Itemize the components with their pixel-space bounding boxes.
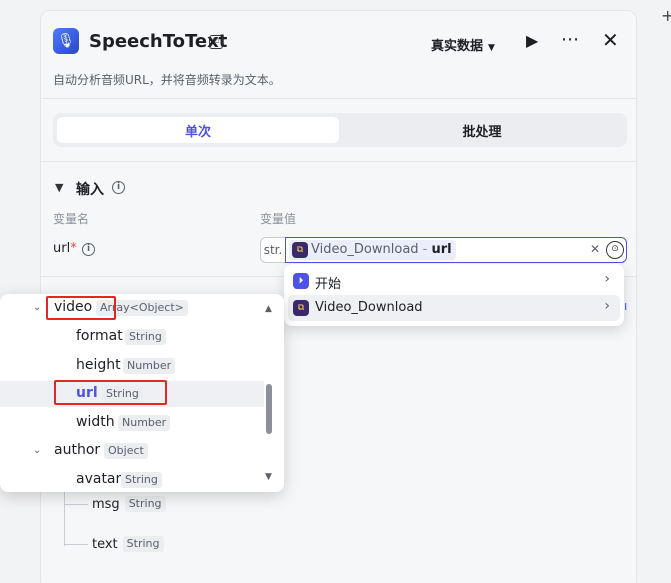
mode-tabs: 单次 批处理 [53,113,627,147]
column-header-name: 变量名 [53,212,90,226]
field-name: avatar [76,471,122,487]
ref-node-name: Video_Download [311,242,419,257]
panel-header: 🎙 SpeechToText ⎚ 真实数据 ▼ ▶ ⋯ ✕ 自动分析音频URL，并… [41,11,636,99]
field-name: width [76,414,115,430]
tree-row-height[interactable]: height Number [0,353,264,379]
tree-row-author[interactable]: ⌄ author Object [0,438,264,464]
chevron-right-icon: › [604,298,610,314]
section-title-label: 输入 [76,182,104,198]
data-mode-label: 真实数据 [431,39,484,54]
close-icon[interactable]: ✕ [602,28,619,52]
divider [41,161,636,162]
type-badge: Number [123,358,176,374]
type-badge: String [125,329,166,345]
variable-reference-field[interactable]: ⧉ Video_Download - url ✕ ⊙ [285,237,627,263]
type-badge: String [121,472,162,488]
play-icon[interactable]: ▶ [526,31,538,50]
tab-batch[interactable]: 批处理 [341,117,623,143]
plugin-icon: ⧉ [292,242,308,258]
tree-row-format[interactable]: format String [0,324,264,350]
tree-row-url[interactable]: url String [0,381,264,407]
column-header-value: 变量值 [260,212,297,226]
more-icon[interactable]: ⋯ [561,29,580,50]
reference-picker-icon[interactable]: ⊙ [606,241,624,259]
tab-single[interactable]: 单次 [57,117,339,143]
field-name: author [54,442,101,458]
dropdown-item-label: 开始 [315,277,342,292]
add-icon[interactable]: + [661,6,671,25]
dropdown-item-start[interactable]: ⏵ 开始 › [288,268,620,294]
field-name: height [76,357,121,373]
info-icon[interactable]: i [82,243,95,256]
tree-connector [64,504,88,505]
type-selector[interactable]: str. [260,237,286,263]
section-title: 输入 [76,179,104,199]
tree-row-avatar[interactable]: avatar String [0,467,264,492]
scrollbar-thumb[interactable] [266,384,272,434]
output-link-edge: ı [624,299,628,313]
info-icon[interactable]: i [112,181,125,194]
dropdown-item-label: Video_Download [315,300,423,315]
type-badge: String [124,496,166,512]
copy-icon[interactable]: ⎚ [209,35,223,49]
field-picker-panel: ⌄ video Array<Object> format String heig… [0,294,284,492]
output-item: msg String [92,496,166,512]
field-name: format [76,328,123,344]
page-title: SpeechToText [89,31,228,52]
tree-row-width[interactable]: width Number [0,410,264,436]
tree-row-video[interactable]: ⌄ video Array<Object> [0,295,264,321]
chevron-down-icon[interactable]: ⌄ [33,302,41,313]
speech-app-icon: 🎙 [53,28,79,54]
scroll-down-icon[interactable]: ▼ [265,472,272,482]
variable-reference-tag[interactable]: ⧉ Video_Download - url [289,240,456,260]
type-badge: String [122,536,164,552]
param-name: url [53,241,71,256]
start-icon: ⏵ [293,273,309,289]
ref-field-name: url [431,242,452,257]
chevron-down-icon[interactable]: ▼ [55,181,63,194]
param-label: url* [53,241,77,256]
dropdown-item-video-download[interactable]: ⧉ Video_Download › [288,295,620,321]
type-badge: Array<Object> [96,300,188,316]
type-badge: Number [118,415,171,431]
tree-connector [64,544,88,545]
field-name: url [76,385,98,401]
field-name: video [54,299,93,315]
node-description: 自动分析音频URL，并将音频转录为文本。 [53,73,281,87]
type-badge: Object [104,443,148,459]
clear-icon[interactable]: ✕ [590,242,600,256]
type-badge: String [102,386,143,402]
output-name: text [92,537,118,552]
chevron-down-icon[interactable]: ⌄ [33,445,41,456]
output-name: msg [92,497,120,512]
node-dropdown: ⏵ 开始 › ⧉ Video_Download › [284,264,624,326]
ref-separator: - [418,242,432,257]
chevron-right-icon: › [604,271,610,287]
caret-down-icon: ▼ [488,43,495,53]
output-item: text String [92,536,164,552]
plugin-icon: ⧉ [293,300,309,316]
data-mode-select[interactable]: 真实数据 ▼ [431,35,495,54]
scroll-up-icon[interactable]: ▲ [265,304,272,314]
required-mark: * [70,241,77,256]
